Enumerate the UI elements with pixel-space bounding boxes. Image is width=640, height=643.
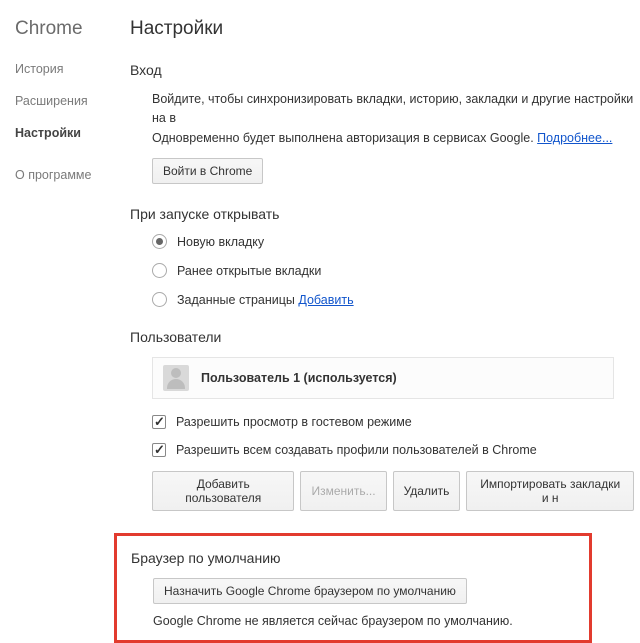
checkbox-icon [152,415,166,429]
add-user-button[interactable]: Добавить пользователя [152,471,294,511]
allow-create-label: Разрешить всем создавать профили пользов… [176,443,537,457]
checkbox-icon [152,443,166,457]
radio-icon [152,292,167,307]
brand-title: Chrome [15,18,130,40]
default-browser-highlight: Браузер по умолчанию Назначить Google Ch… [114,533,592,643]
startup-title: При запуске открывать [130,206,636,222]
startup-option-label: Заданные страницы [177,293,295,307]
startup-option-continue[interactable]: Ранее открытые вкладки [152,263,636,278]
startup-option-label: Новую вкладку [177,235,264,249]
startup-option-newtab[interactable]: Новую вкладку [152,234,636,249]
startup-option-label: Ранее открытые вкладки [177,264,321,278]
section-default-browser: Браузер по умолчанию Назначить Google Ch… [130,533,640,643]
make-default-button[interactable]: Назначить Google Chrome браузером по умо… [153,578,467,604]
radio-icon [152,263,167,278]
signin-button[interactable]: Войти в Chrome [152,158,263,184]
avatar-icon [163,365,189,391]
startup-set-pages-link[interactable]: Добавить [298,293,353,307]
users-title: Пользователи [130,329,636,345]
sidebar-item-settings[interactable]: Настройки [15,126,130,140]
section-startup: При запуске открывать Новую вкладку Ране… [130,206,640,307]
signin-desc-line2: Одновременно будет выполнена авторизация… [152,131,537,145]
default-browser-title: Браузер по умолчанию [131,550,575,566]
edit-user-button[interactable]: Изменить... [300,471,386,511]
allow-create-checkbox-row[interactable]: Разрешить всем создавать профили пользов… [152,443,636,457]
sidebar: Chrome История Расширения Настройки О пр… [0,0,130,609]
delete-user-button[interactable]: Удалить [393,471,461,511]
user-name: Пользователь 1 (используется) [201,371,397,385]
signin-desc-line1: Войдите, чтобы синхронизировать вкладки,… [152,92,633,125]
default-browser-status: Google Chrome не является сейчас браузер… [153,614,575,628]
main-content: Настройки Вход Войдите, чтобы синхронизи… [130,0,640,609]
signin-title: Вход [130,62,636,78]
users-button-row: Добавить пользователя Изменить... Удалит… [152,471,636,511]
guest-mode-checkbox-row[interactable]: Разрешить просмотр в гостевом режиме [152,415,636,429]
signin-desc: Войдите, чтобы синхронизировать вкладки,… [152,90,636,148]
page-title: Настройки [130,18,640,40]
section-signin: Вход Войдите, чтобы синхронизировать вкл… [130,62,640,184]
startup-option-specific[interactable]: Заданные страницы Добавить [152,292,636,307]
import-bookmarks-button[interactable]: Импортировать закладки и н [466,471,634,511]
signin-learn-more-link[interactable]: Подробнее... [537,131,612,145]
radio-icon [152,234,167,249]
sidebar-item-extensions[interactable]: Расширения [15,94,130,108]
section-users: Пользователи Пользователь 1 (используетс… [130,329,640,511]
sidebar-item-about[interactable]: О программе [15,168,130,182]
sidebar-item-history[interactable]: История [15,62,130,76]
user-card[interactable]: Пользователь 1 (используется) [152,357,614,399]
guest-mode-label: Разрешить просмотр в гостевом режиме [176,415,412,429]
